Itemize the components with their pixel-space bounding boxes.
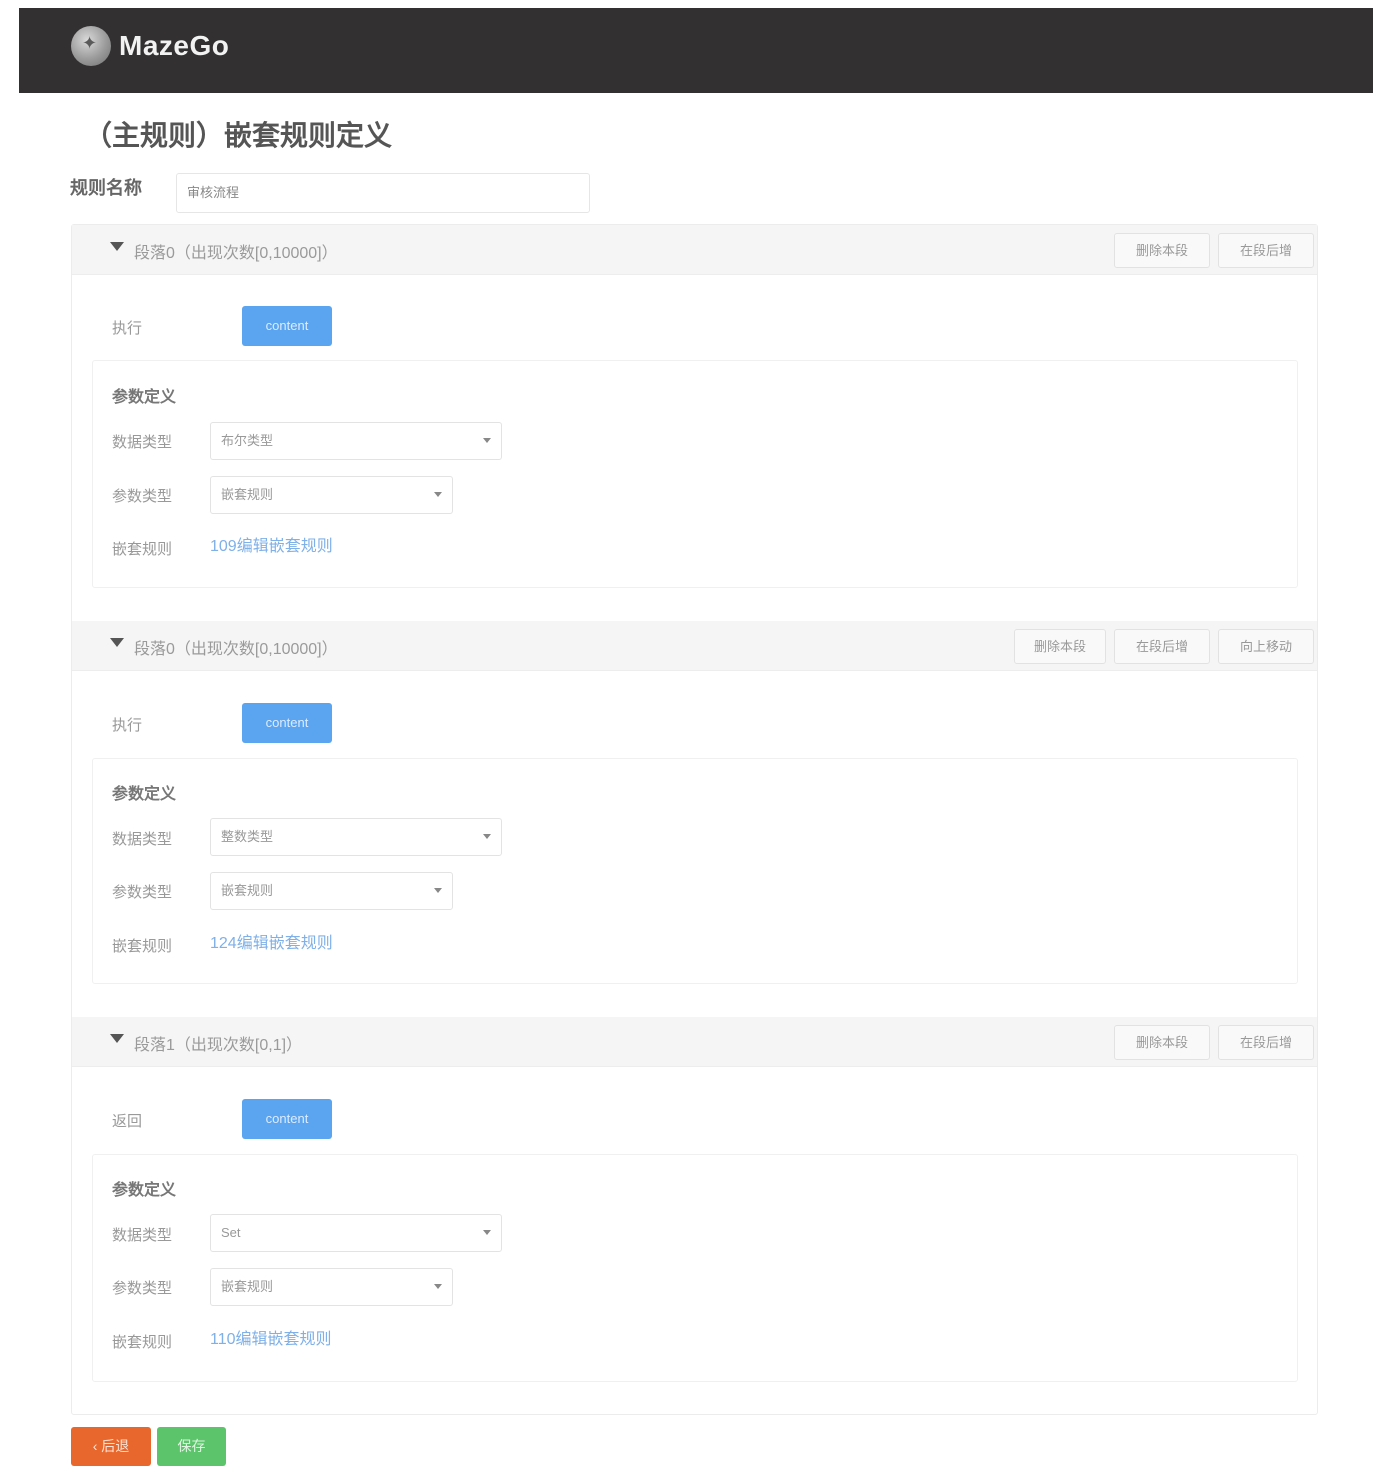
caret-down-icon[interactable] bbox=[110, 242, 124, 251]
add-after-segment-button[interactable]: 在段后增 bbox=[1114, 629, 1210, 664]
segment-header[interactable]: 段落0（出现次数[0,10000]） 删除本段 在段后增 向上移动 bbox=[72, 621, 1317, 671]
add-after-segment-button[interactable]: 在段后增 bbox=[1218, 1025, 1314, 1060]
param-definition-title: 参数定义 bbox=[112, 389, 177, 406]
dropdown-arrow-icon bbox=[434, 888, 442, 893]
data-type-value: 布尔类型 bbox=[221, 433, 274, 448]
delete-segment-button[interactable]: 删除本段 bbox=[1114, 233, 1210, 268]
nested-rule-label: 嵌套规则 bbox=[112, 938, 173, 955]
segment-title: 段落0（出现次数[0,10000]） bbox=[134, 245, 338, 262]
param-type-label: 参数类型 bbox=[112, 488, 173, 505]
rule-name-label: 规则名称 bbox=[70, 178, 142, 198]
dropdown-arrow-icon bbox=[434, 1284, 442, 1289]
action-label: 返回 bbox=[112, 1113, 143, 1130]
param-type-value: 嵌套规则 bbox=[221, 883, 274, 898]
param-type-select[interactable]: 嵌套规则 bbox=[210, 872, 453, 910]
data-type-label: 数据类型 bbox=[112, 434, 173, 451]
data-type-label: 数据类型 bbox=[112, 831, 173, 848]
page-title: （主规则）嵌套规则定义 bbox=[84, 120, 393, 151]
caret-down-icon[interactable] bbox=[110, 1034, 124, 1043]
add-after-segment-button[interactable]: 在段后增 bbox=[1218, 233, 1314, 268]
segment-header[interactable]: 段落0（出现次数[0,10000]） 删除本段 在段后增 bbox=[72, 225, 1317, 275]
nested-rule-label: 嵌套规则 bbox=[112, 1334, 173, 1351]
data-type-select[interactable]: Set bbox=[210, 1214, 502, 1252]
move-up-segment-button[interactable]: 向上移动 bbox=[1218, 629, 1314, 664]
segment-header[interactable]: 段落1（出现次数[0,1]） 删除本段 在段后增 bbox=[72, 1017, 1317, 1067]
segment-title: 段落1（出现次数[0,1]） bbox=[134, 1037, 303, 1054]
edit-nested-rule-link[interactable]: 110编辑嵌套规则 bbox=[210, 1325, 332, 1349]
action-label: 执行 bbox=[112, 717, 143, 734]
brand[interactable]: MazeGo bbox=[71, 26, 229, 66]
dropdown-arrow-icon bbox=[483, 834, 491, 839]
rule-name-input[interactable]: 审核流程 bbox=[176, 173, 590, 213]
param-type-label: 参数类型 bbox=[112, 1280, 173, 1297]
edit-nested-rule-link[interactable]: 124编辑嵌套规则 bbox=[210, 929, 333, 953]
brand-logo-icon bbox=[71, 26, 111, 66]
brand-name: MazeGo bbox=[119, 30, 230, 61]
back-button[interactable]: ‹ 后退 bbox=[71, 1427, 151, 1466]
delete-segment-button[interactable]: 删除本段 bbox=[1014, 629, 1106, 664]
action-label: 执行 bbox=[112, 320, 143, 337]
top-navbar: MazeGo bbox=[19, 8, 1373, 93]
save-button[interactable]: 保存 bbox=[157, 1427, 226, 1466]
content-button[interactable]: content bbox=[242, 703, 332, 743]
dropdown-arrow-icon bbox=[483, 438, 491, 443]
param-type-value: 嵌套规则 bbox=[221, 487, 274, 502]
dropdown-arrow-icon bbox=[483, 1230, 491, 1235]
nested-rule-label: 嵌套规则 bbox=[112, 541, 173, 558]
param-type-select[interactable]: 嵌套规则 bbox=[210, 476, 453, 514]
content-button[interactable]: content bbox=[242, 306, 332, 346]
param-definition-title: 参数定义 bbox=[112, 1182, 177, 1199]
caret-down-icon[interactable] bbox=[110, 638, 124, 647]
delete-segment-button[interactable]: 删除本段 bbox=[1114, 1025, 1210, 1060]
data-type-select[interactable]: 整数类型 bbox=[210, 818, 502, 856]
edit-nested-rule-link[interactable]: 109编辑嵌套规则 bbox=[210, 532, 333, 556]
data-type-value: 整数类型 bbox=[221, 829, 274, 844]
data-type-label: 数据类型 bbox=[112, 1227, 173, 1244]
dropdown-arrow-icon bbox=[434, 492, 442, 497]
param-type-value: 嵌套规则 bbox=[221, 1279, 274, 1294]
param-type-label: 参数类型 bbox=[112, 884, 173, 901]
param-definition-title: 参数定义 bbox=[112, 786, 177, 803]
data-type-select[interactable]: 布尔类型 bbox=[210, 422, 502, 460]
param-type-select[interactable]: 嵌套规则 bbox=[210, 1268, 453, 1306]
data-type-value: Set bbox=[221, 1225, 241, 1240]
content-button[interactable]: content bbox=[242, 1099, 332, 1139]
segment-title: 段落0（出现次数[0,10000]） bbox=[134, 641, 338, 658]
